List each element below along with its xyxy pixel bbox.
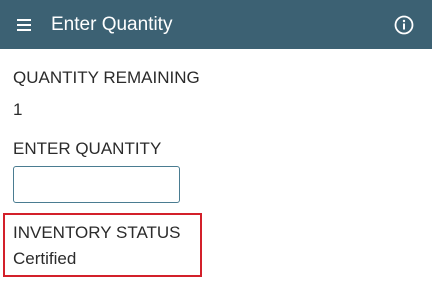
app-header: Enter Quantity: [0, 0, 432, 49]
quantity-remaining-value: 1: [13, 100, 23, 119]
inventory-status-label: INVENTORY STATUS: [13, 223, 181, 242]
info-circle-icon[interactable]: [393, 14, 415, 36]
quantity-remaining-label: QUANTITY REMAINING: [13, 68, 200, 87]
quantity-input[interactable]: [13, 166, 180, 203]
hamburger-menu-icon[interactable]: [13, 14, 35, 36]
page-title: Enter Quantity: [51, 14, 173, 35]
enter-quantity-label: ENTER QUANTITY: [13, 139, 162, 158]
inventory-status-value: Certified: [13, 249, 77, 268]
